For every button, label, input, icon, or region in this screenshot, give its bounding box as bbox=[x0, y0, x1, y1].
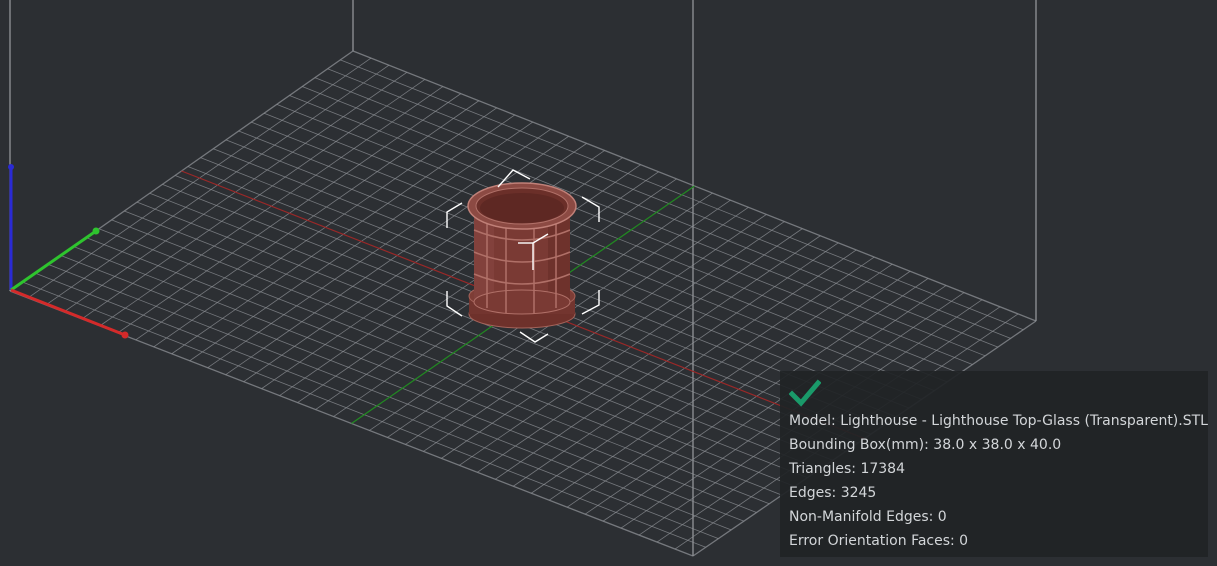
selection-corner bbox=[581, 196, 600, 222]
z-axis-tip bbox=[8, 164, 14, 170]
edges-text: Edges: 3245 bbox=[789, 485, 877, 501]
y-axis bbox=[10, 229, 97, 292]
model-info-panel: Model: Lighthouse - Lighthouse Top-Glass… bbox=[780, 371, 1208, 557]
model-mesh[interactable] bbox=[467, 182, 577, 329]
x-axis-tip bbox=[121, 331, 129, 339]
bounding-box-text: Bounding Box(mm): 38.0 x 38.0 x 40.0 bbox=[789, 437, 1062, 453]
non-manifold-edges-text: Non-Manifold Edges: 0 bbox=[789, 509, 947, 525]
error-orientation-faces-text: Error Orientation Faces: 0 bbox=[789, 533, 969, 549]
model-name-text: Model: Lighthouse - Lighthouse Top-Glass… bbox=[789, 413, 1208, 429]
x-axis bbox=[10, 288, 126, 337]
check-icon bbox=[789, 379, 821, 407]
y-axis-tip bbox=[92, 227, 100, 235]
triangles-text: Triangles: 17384 bbox=[789, 461, 905, 477]
axis-gizmo bbox=[8, 164, 129, 339]
3d-viewport[interactable]: Model: Lighthouse - Lighthouse Top-Glass… bbox=[0, 0, 1217, 566]
